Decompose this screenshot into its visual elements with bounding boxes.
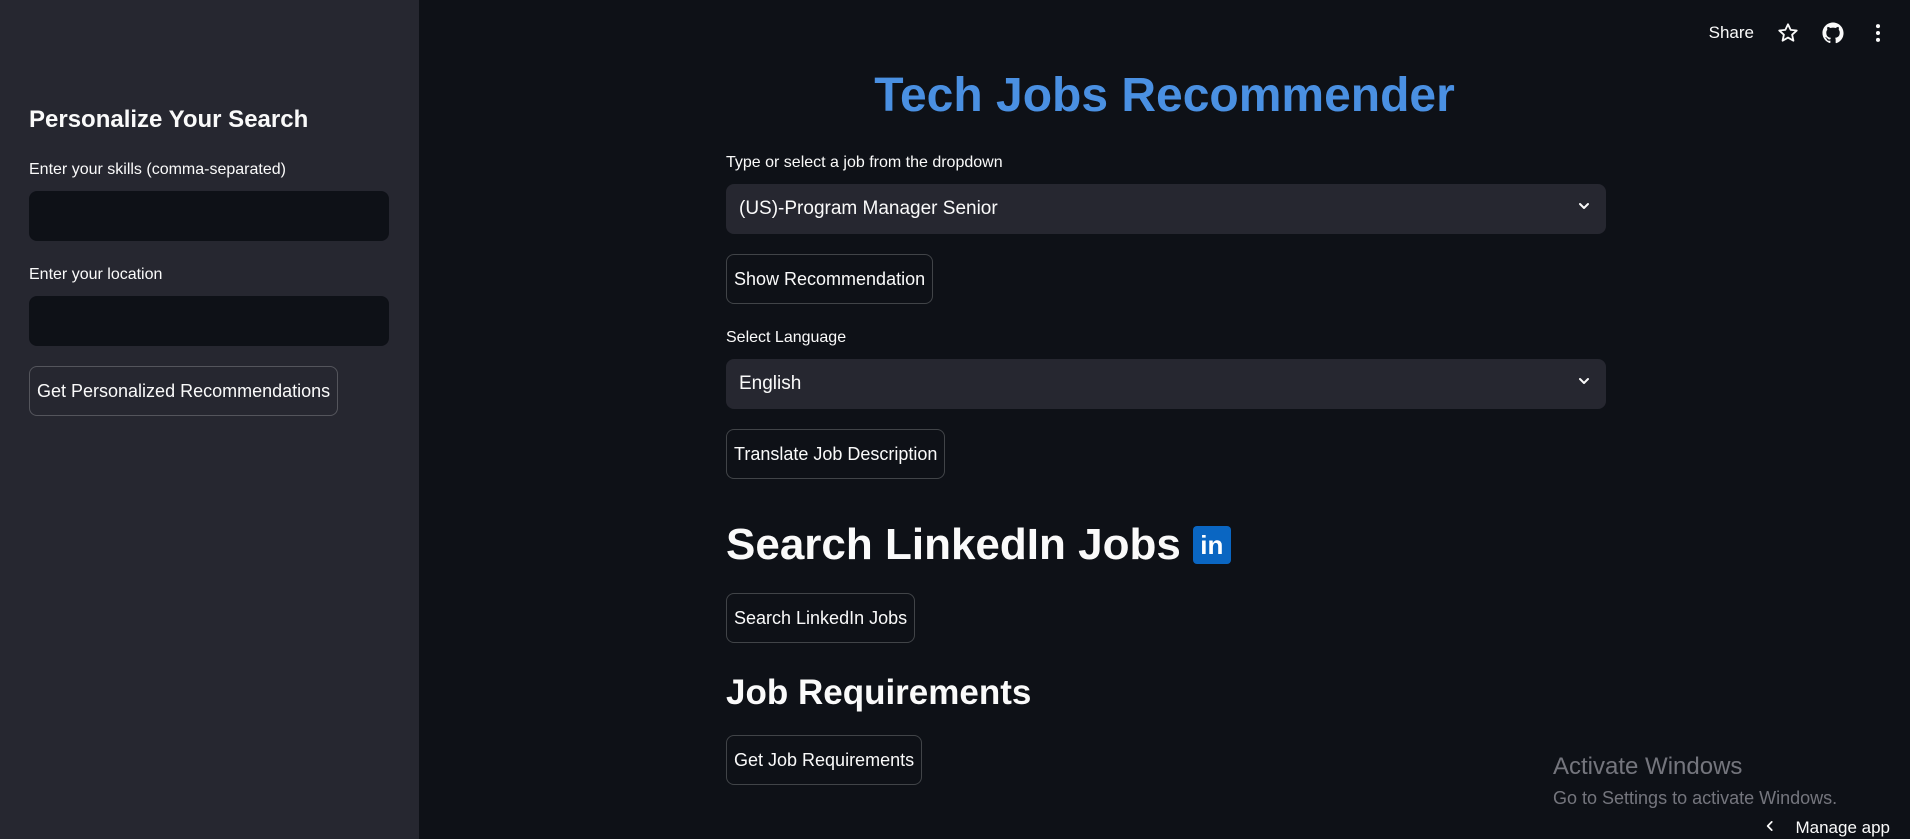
activate-windows-watermark: Activate Windows Go to Settings to activ…	[1553, 753, 1837, 809]
translate-job-description-button[interactable]: Translate Job Description	[726, 429, 946, 479]
chevron-down-icon	[1576, 198, 1592, 220]
chevron-left-icon	[1763, 818, 1777, 838]
sidebar-title: Personalize Your Search	[29, 106, 309, 133]
linkedin-heading: Search LinkedIn Jobs in	[726, 520, 1231, 570]
linkedin-heading-text: Search LinkedIn Jobs	[726, 520, 1181, 569]
search-linkedin-jobs-button[interactable]: Search LinkedIn Jobs	[726, 593, 916, 643]
job-select-label: Type or select a job from the dropdown	[726, 154, 1003, 171]
linkedin-icon: in	[1192, 526, 1231, 564]
language-select[interactable]: English	[726, 359, 1606, 409]
watermark-subtitle: Go to Settings to activate Windows.	[1553, 788, 1838, 808]
job-select-value: (US)-Program Manager Senior	[739, 198, 998, 219]
share-button[interactable]: Share	[1709, 23, 1754, 43]
job-requirements-heading: Job Requirements	[726, 673, 1032, 712]
star-icon[interactable]	[1776, 21, 1800, 45]
location-label: Enter your location	[29, 266, 163, 283]
watermark-title: Activate Windows	[1553, 753, 1743, 780]
language-select-value: English	[739, 373, 802, 394]
skills-input[interactable]	[29, 191, 389, 241]
manage-app-button[interactable]: Manage app	[1763, 817, 1890, 839]
location-input[interactable]	[29, 296, 389, 346]
sidebar: Personalize Your Search Enter your skill…	[0, 0, 419, 839]
chevron-down-icon	[1576, 373, 1592, 395]
skills-label: Enter your skills (comma-separated)	[29, 161, 286, 178]
show-recommendation-button[interactable]: Show Recommendation	[726, 254, 934, 304]
language-select-label: Select Language	[726, 329, 847, 346]
manage-app-label: Manage app	[1795, 818, 1890, 837]
get-personalized-recommendations-button[interactable]: Get Personalized Recommendations	[29, 366, 339, 416]
job-select[interactable]: (US)-Program Manager Senior	[726, 184, 1606, 234]
get-job-requirements-button[interactable]: Get Job Requirements	[726, 735, 923, 785]
page-title: Tech Jobs Recommender	[874, 69, 1455, 122]
github-icon[interactable]	[1821, 21, 1845, 45]
more-vertical-icon[interactable]	[1866, 21, 1890, 45]
app-header: Share	[1709, 16, 1890, 50]
